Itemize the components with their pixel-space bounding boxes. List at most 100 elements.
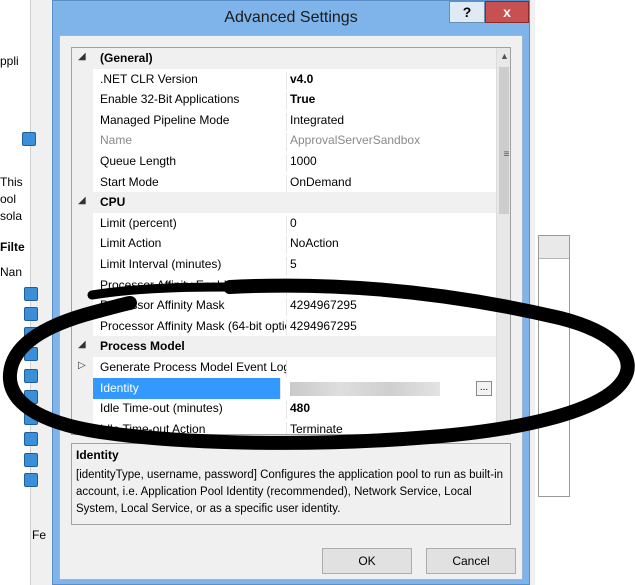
scroll-up-icon[interactable]: ▲: [497, 48, 510, 65]
property-value[interactable]: Terminate: [290, 422, 490, 434]
background-text-1: ppli: [0, 54, 19, 68]
property-row[interactable]: Idle Time-out (minutes) 480: [72, 398, 496, 420]
property-grid: ◢ (General) .NET CLR Version v4.0 Enable 32-…: [71, 47, 511, 435]
row-margin: [72, 109, 93, 131]
cancel-button[interactable]: Cancel: [426, 548, 516, 574]
list-item-icon: [24, 390, 38, 404]
property-name: Managed Pipeline Mode: [100, 112, 287, 131]
scroll-thumb[interactable]: ≡: [499, 67, 509, 214]
property-row[interactable]: Limit Interval (minutes) 5: [72, 254, 496, 275]
property-value[interactable]: Integrated: [290, 113, 490, 127]
list-item-icon: [24, 327, 38, 341]
row-margin: [72, 130, 93, 152]
ok-button[interactable]: OK: [322, 548, 412, 574]
close-button[interactable]: x: [485, 1, 529, 23]
property-value[interactable]: NoAction: [290, 236, 490, 250]
list-item-icon: [24, 453, 38, 467]
background-right-panel: [538, 235, 570, 497]
collapse-toggle-icon[interactable]: ◢: [78, 195, 86, 206]
property-name: Limit (percent): [100, 215, 287, 234]
property-row[interactable]: Managed Pipeline Mode Integrated: [72, 109, 496, 131]
app-pool-icon: [22, 132, 36, 146]
property-value[interactable]: 1000: [290, 154, 490, 168]
list-item-icon: [24, 287, 38, 301]
scroll-grip-icon: ≡: [503, 149, 510, 160]
row-margin: [72, 398, 93, 420]
property-value[interactable]: v4.0: [290, 72, 490, 86]
property-row[interactable]: Processor Affinity Mask 4294967295: [72, 295, 496, 317]
row-margin: [72, 151, 93, 172]
category-label: (General): [100, 51, 153, 65]
property-row[interactable]: Start Mode OnDemand: [72, 171, 496, 193]
property-row[interactable]: Queue Length 1000: [72, 151, 496, 172]
dialog-client-area: ◢ (General) .NET CLR Version v4.0 Enable 32-…: [59, 35, 523, 580]
expand-toggle-icon[interactable]: ▷: [78, 360, 86, 371]
category-row[interactable]: ◢ (General): [72, 48, 496, 69]
list-item-icon: [24, 473, 38, 487]
property-value[interactable]: 0: [290, 216, 490, 230]
title-bar[interactable]: Advanced Settings ? x: [53, 1, 529, 35]
description-pane: Identity [identityType, username, passwo…: [71, 443, 511, 525]
background-text-4: sola: [0, 209, 23, 223]
row-margin: [72, 171, 93, 193]
list-item-icon: [24, 307, 38, 321]
category-label: CPU: [100, 195, 126, 210]
help-button[interactable]: ?: [449, 1, 485, 23]
property-name: Limit Action: [100, 236, 287, 255]
advanced-settings-dialog: Advanced Settings ? x ◢ (General) .NET CLR…: [52, 0, 530, 585]
row-margin: [72, 377, 93, 399]
property-name: Queue Length: [100, 154, 287, 172]
redacted-identity-value[interactable]: [290, 381, 440, 396]
category-row[interactable]: ◢ CPU: [72, 192, 496, 214]
background-text-3: ool: [0, 192, 17, 206]
category-background: [93, 192, 496, 214]
property-value[interactable]: False: [290, 278, 490, 292]
property-name: Name: [100, 133, 287, 152]
property-name: Processor Affinity Mask: [100, 298, 287, 317]
property-value[interactable]: True: [290, 92, 490, 106]
property-value[interactable]: 5: [290, 257, 490, 271]
row-margin: [72, 274, 93, 296]
property-row[interactable]: Idle Time-out Action Terminate: [72, 418, 496, 434]
property-row[interactable]: Limit (percent) 0: [72, 212, 496, 234]
property-value[interactable]: ApprovalServerSandbox: [290, 133, 490, 147]
property-row[interactable]: Processor Affinity Enabled False: [72, 274, 496, 296]
background-name-header: Nan: [0, 265, 23, 279]
property-value[interactable]: 4294967295: [290, 319, 490, 333]
row-margin: [72, 89, 93, 111]
property-row[interactable]: Name ApprovalServerSandbox: [72, 130, 496, 152]
list-item-icon: [24, 432, 38, 446]
row-margin: [72, 233, 93, 255]
row-margin: [72, 212, 93, 234]
description-title: Identity: [76, 448, 119, 462]
background-text-5: Fe: [32, 528, 47, 542]
property-value[interactable]: OnDemand: [290, 175, 490, 189]
property-row[interactable]: Limit Action NoAction: [72, 233, 496, 255]
row-margin: [72, 68, 93, 90]
identity-browse-button[interactable]: ...: [476, 380, 492, 396]
vertical-scrollbar[interactable]: ▲ ≡ ▼: [496, 48, 510, 434]
property-name: Idle Time-out (minutes): [100, 401, 287, 420]
property-row[interactable]: Enable 32-Bit Applications True: [72, 89, 496, 111]
property-row[interactable]: Identity...: [72, 377, 496, 399]
collapse-toggle-icon[interactable]: ◢: [78, 339, 86, 350]
list-item-icon: [24, 347, 38, 361]
property-row[interactable]: Processor Affinity Mask (64-bit option) 4…: [72, 315, 496, 337]
property-name: Idle Time-out Action: [100, 421, 287, 434]
property-row[interactable]: .NET CLR Version v4.0: [72, 68, 496, 90]
collapse-toggle-icon[interactable]: ◢: [78, 51, 86, 62]
property-name: Processor Affinity Enabled: [100, 277, 287, 296]
property-value[interactable]: 480: [290, 401, 490, 415]
property-name: Generate Process Model Event Log Entry: [100, 360, 287, 378]
category-label: Process Model: [100, 339, 185, 354]
row-margin: [72, 315, 93, 337]
background-filter-label: Filte: [0, 240, 25, 254]
list-item-icon: [24, 411, 38, 425]
scroll-down-icon[interactable]: ▼: [497, 416, 510, 433]
category-row[interactable]: ◢ Process Model: [72, 336, 496, 358]
property-name: Identity: [93, 377, 281, 399]
property-row[interactable]: ▷ Generate Process Model Event Log Entry: [72, 357, 496, 378]
property-value[interactable]: 4294967295: [290, 298, 490, 312]
property-name: Enable 32-Bit Applications: [100, 92, 287, 111]
category-background: [93, 48, 496, 69]
